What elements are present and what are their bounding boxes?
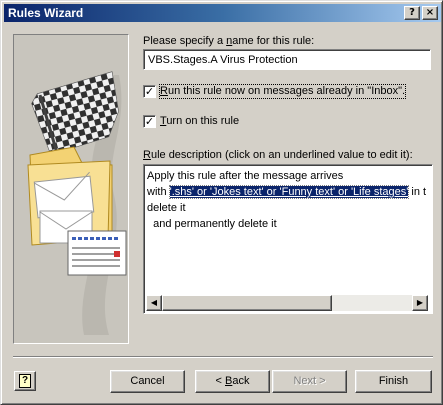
keywords-link[interactable]: '.shs' or 'Jokes text' or 'Funny text' o… xyxy=(168,185,410,199)
turn-on-label[interactable]: Turn on this rule xyxy=(160,115,239,128)
title-bar[interactable]: Rules Wizard ? × xyxy=(4,4,441,22)
next-button[interactable]: Next > xyxy=(272,370,347,393)
scroll-left-button[interactable]: ◀ xyxy=(146,295,162,311)
rule-name-input[interactable] xyxy=(146,52,424,67)
back-button[interactable]: < Back xyxy=(195,370,270,393)
description-line-condition: Apply this rule after the message arrive… xyxy=(147,170,344,182)
rule-description-box[interactable]: Apply this rule after the message arrive… xyxy=(143,164,433,314)
scroll-thumb[interactable] xyxy=(162,295,332,311)
footer-divider xyxy=(13,356,433,358)
scroll-right-button[interactable]: ▶ xyxy=(412,295,428,311)
rule-description-label: Rule description (click on an underlined… xyxy=(143,149,413,161)
description-line-words: with '.shs' or 'Jokes text' or 'Funny te… xyxy=(147,185,427,199)
turn-on-checkbox[interactable]: ✓ xyxy=(143,115,156,128)
finish-button[interactable]: Finish xyxy=(355,370,432,393)
description-horizontal-scrollbar[interactable]: ◀ ▶ xyxy=(146,295,428,311)
wizard-illustration-icon xyxy=(27,71,127,335)
description-line-action-detail: and permanently delete it xyxy=(147,218,277,230)
titlebar-help-button[interactable]: ? xyxy=(404,6,420,20)
wizard-illustration xyxy=(13,34,129,344)
help-button[interactable]: ? xyxy=(14,371,36,391)
help-icon: ? xyxy=(19,374,31,388)
window-title: Rules Wizard xyxy=(8,6,84,20)
run-now-label[interactable]: Run this rule now on messages already in… xyxy=(158,84,407,99)
rules-wizard-dialog: Rules Wizard ? × Please specify a name f… xyxy=(0,0,443,405)
titlebar-close-button[interactable]: × xyxy=(422,6,438,20)
description-line-action: delete it xyxy=(147,202,186,214)
rule-name-label: Please specify a name for this rule: xyxy=(143,35,315,47)
cancel-button[interactable]: Cancel xyxy=(110,370,185,393)
run-now-checkbox[interactable]: ✓ xyxy=(143,85,156,98)
rule-name-field[interactable] xyxy=(143,49,431,70)
